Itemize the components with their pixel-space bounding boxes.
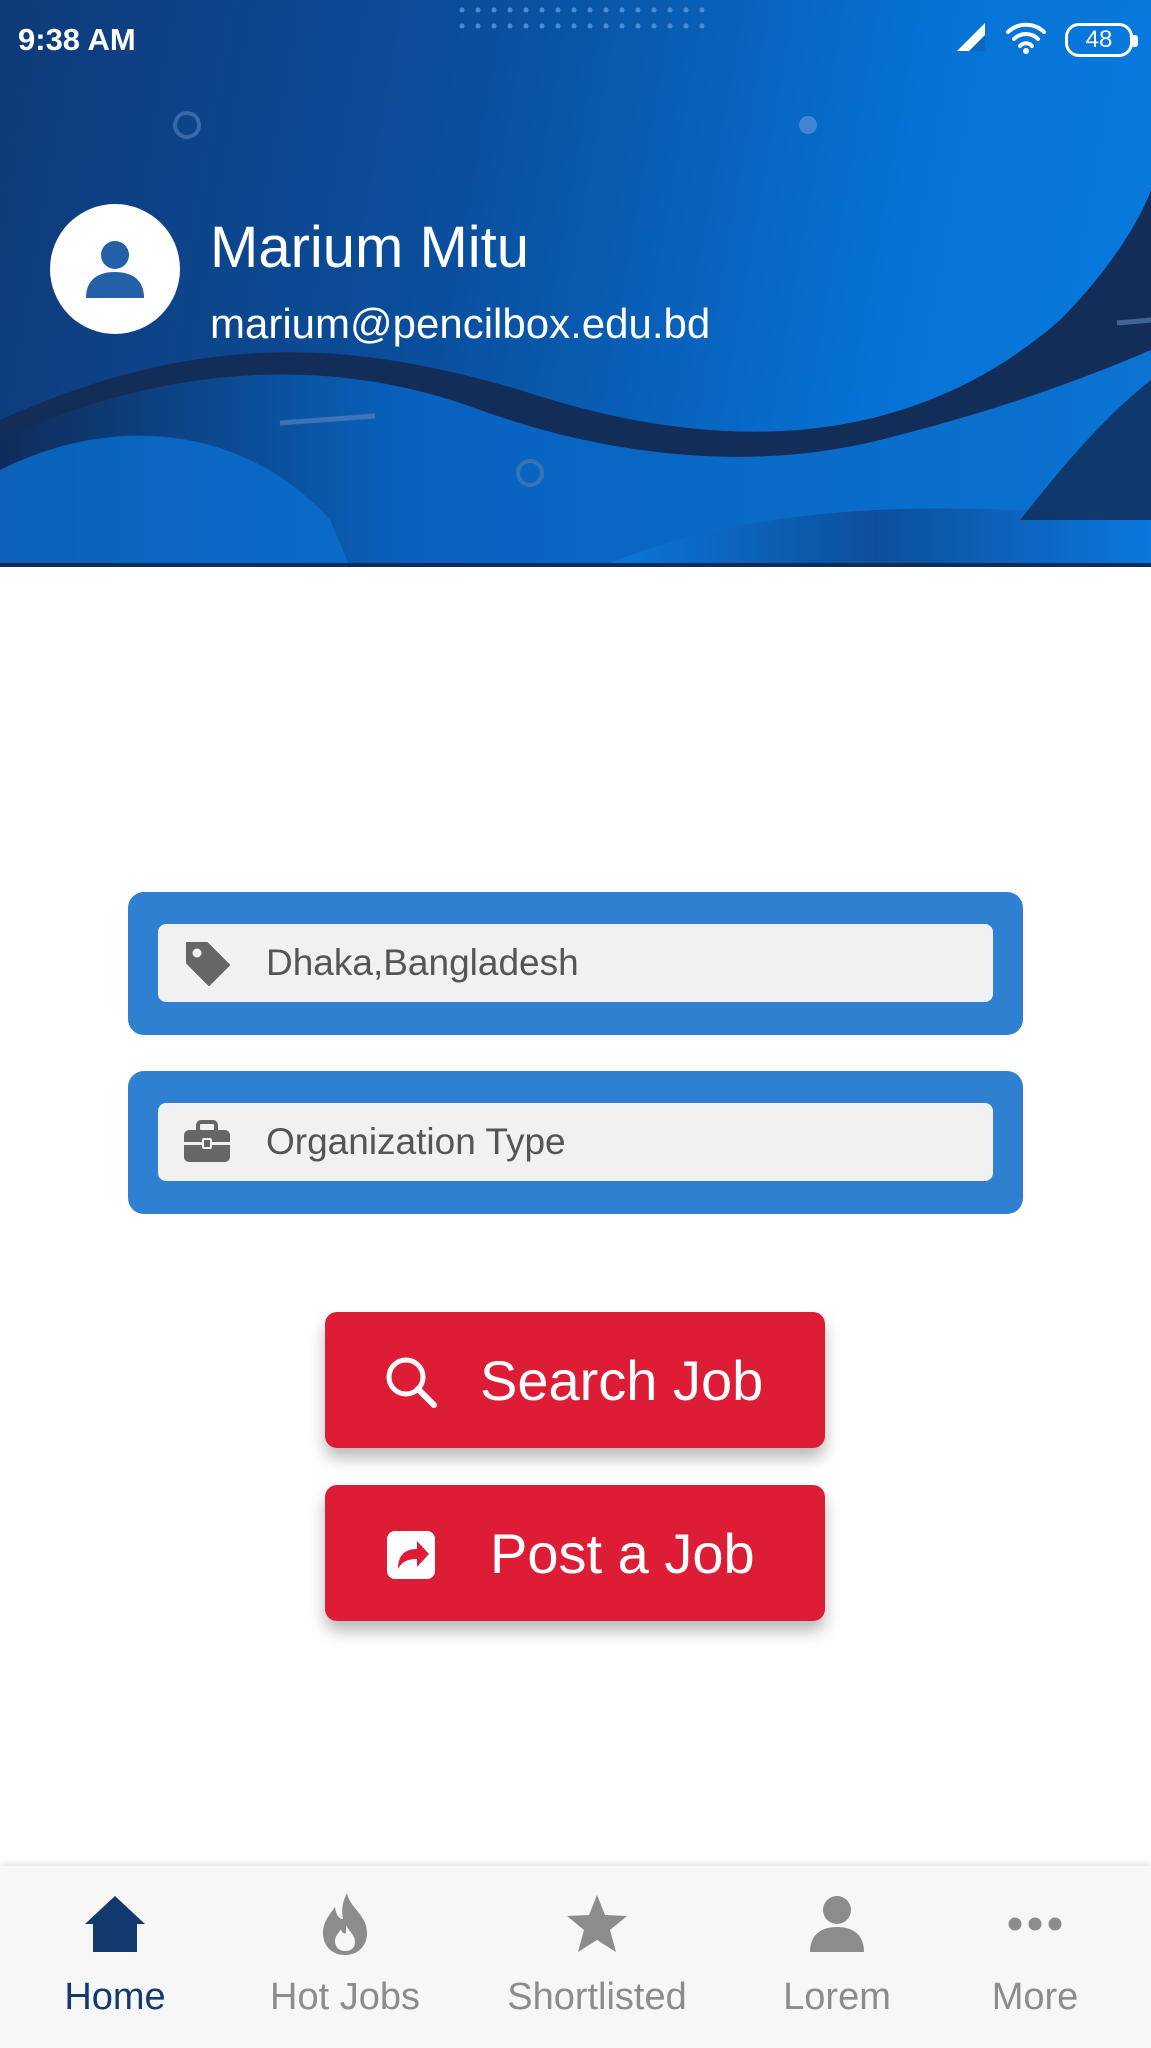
location-value: Dhaka,Bangladesh (266, 942, 579, 983)
organization-field-container: Organization Type (128, 1071, 1023, 1214)
flame-icon (309, 1888, 381, 1960)
post-job-label: Post a Job (490, 1521, 755, 1585)
nav-item-lorem[interactable]: Lorem (762, 1866, 912, 2048)
share-square-icon (383, 1527, 439, 1583)
avatar[interactable] (50, 204, 180, 334)
tag-icon (182, 938, 232, 988)
search-icon (383, 1354, 439, 1410)
search-job-label: Search Job (480, 1348, 764, 1412)
bottom-navigation: Home Hot Jobs Shortlisted Lorem More (0, 1866, 1151, 2048)
wifi-icon (1005, 20, 1047, 59)
person-icon (801, 1888, 873, 1960)
briefcase-icon (182, 1117, 232, 1167)
profile-email: marium@pencilbox.edu.bd (210, 300, 711, 347)
search-job-button[interactable]: Search Job (325, 1312, 825, 1448)
star-icon (561, 1888, 633, 1960)
nav-label-shortlisted: Shortlisted (507, 1976, 687, 2018)
nav-label-more: More (991, 1976, 1079, 2018)
status-icons: 48 (955, 20, 1138, 59)
nav-label-home: Home (64, 1976, 166, 2018)
nav-item-home[interactable]: Home (40, 1866, 190, 2048)
post-job-button[interactable]: Post a Job (325, 1485, 825, 1621)
user-icon (86, 241, 144, 298)
profile-header: 9:38 AM 48 Marium Mitu marium@pencilbox.… (0, 0, 1151, 567)
nav-item-more[interactable]: More (970, 1866, 1100, 2048)
more-dots-icon (999, 1888, 1071, 1960)
organization-type-field[interactable]: Organization Type (158, 1103, 993, 1181)
status-bar: 9:38 AM 48 (0, 0, 1151, 80)
profile-name: Marium Mitu (210, 215, 530, 280)
nav-label-hot-jobs: Hot Jobs (270, 1976, 420, 2018)
location-field-container: Dhaka,Bangladesh (128, 892, 1023, 1035)
battery-icon: 48 (1065, 22, 1138, 57)
status-time: 9:38 AM (18, 22, 136, 57)
nav-item-hot-jobs[interactable]: Hot Jobs (255, 1866, 435, 2048)
nav-label-lorem: Lorem (783, 1976, 891, 2018)
location-field[interactable]: Dhaka,Bangladesh (158, 924, 993, 1002)
organization-type-placeholder: Organization Type (266, 1121, 566, 1162)
nav-item-shortlisted[interactable]: Shortlisted (490, 1866, 704, 2048)
signal-icon (955, 21, 987, 58)
home-icon (79, 1888, 151, 1960)
